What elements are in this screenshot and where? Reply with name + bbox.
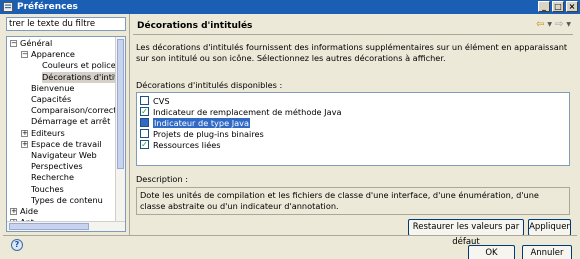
bottom-separator <box>3 235 577 236</box>
expand-icon[interactable]: + <box>10 208 17 215</box>
window-controls: _ □ × <box>538 1 578 12</box>
expand-icon[interactable]: + <box>21 140 28 148</box>
decoration-checkbox[interactable] <box>140 96 149 105</box>
ok-button[interactable]: OK <box>468 245 515 259</box>
page-navigation: ⇦ ▼ ⇨ ▼ <box>536 19 571 30</box>
page-title: Décorations d'intitulés <box>137 20 253 31</box>
description-label: Description : <box>136 174 188 184</box>
page-description: Les décorations d'intitulés fournissent … <box>136 42 568 63</box>
decoration-label: Ressources liées <box>153 139 221 150</box>
tree-item-label: Comparaison/correctif <box>31 105 122 116</box>
dialog-body: +Ant+AideTypes de contenuTouchesRecherch… <box>3 14 577 259</box>
tree-item-label: Navigateur Web <box>31 150 97 160</box>
preferences-icon <box>3 2 13 12</box>
tree-item-label: Editeurs <box>31 127 65 138</box>
tree-item-label: Bienvenue <box>31 82 75 93</box>
tree-item-label: Espace de travail <box>31 138 102 149</box>
description-box: Dote les unités de compilation et les fi… <box>136 187 570 215</box>
decoration-item[interactable]: ✓ Indicateur de remplacement de méthode J… <box>140 106 341 117</box>
decoration-label: Projets de plug-ins binaires <box>153 128 264 139</box>
forward-dropdown-icon[interactable]: ▼ <box>566 21 571 28</box>
decoration-label: Indicateur de type Java <box>153 117 251 128</box>
back-dropdown-icon[interactable]: ▼ <box>547 21 552 28</box>
tree-item-label: Perspectives <box>31 161 83 172</box>
tree-item-label: Décorations d'intitulé <box>42 71 125 83</box>
tree-item-label: Couleurs et polices <box>42 60 121 71</box>
decorations-list-label: Décorations d'intitulés disponibles : <box>136 80 283 90</box>
cancel-button[interactable]: Annuler <box>522 245 572 259</box>
window-titlebar: Préférences _ □ × <box>0 0 580 14</box>
apply-button[interactable]: Appliquer <box>528 219 571 236</box>
tree-horizontal-scrollbar[interactable] <box>7 221 125 231</box>
tree-item-label: Aide <box>20 206 39 216</box>
decoration-checkbox[interactable]: ✓ <box>140 107 149 116</box>
decoration-item[interactable]: Projets de plug-ins binaires <box>140 128 264 139</box>
maximize-button[interactable]: □ <box>552 1 564 12</box>
decoration-checkbox[interactable] <box>140 118 149 127</box>
tree-hscroll-thumb[interactable] <box>9 223 89 230</box>
collapse-icon[interactable]: − <box>10 40 17 47</box>
tree-item-label: Apparence <box>31 49 75 60</box>
expand-icon[interactable]: + <box>21 129 28 137</box>
close-button[interactable]: × <box>566 1 578 12</box>
minimize-button[interactable]: _ <box>538 1 550 12</box>
decorations-list[interactable]: CVS ✓ Indicateur de remplacement de méthod… <box>136 92 570 166</box>
tree-vscroll-thumb[interactable] <box>117 39 124 169</box>
decoration-checkbox[interactable]: ✓ <box>140 140 149 149</box>
tree-item-label: Types de contenu <box>31 194 103 205</box>
tree-item-label: Démarrage et arrêt <box>31 116 111 127</box>
decoration-checkbox[interactable] <box>140 129 149 138</box>
decoration-label: CVS <box>153 95 170 106</box>
decoration-item[interactable]: CVS <box>140 95 170 106</box>
tree-item-label: Capacités <box>31 94 72 104</box>
back-arrow-icon[interactable]: ⇦ <box>536 19 544 30</box>
decoration-item[interactable]: ✓ Ressources liées <box>140 139 221 150</box>
tree-item-label: Général <box>20 38 53 48</box>
window-title: Préférences <box>17 2 78 12</box>
page-header: Décorations d'intitulés ⇦ ▼ ⇨ ▼ <box>133 17 573 35</box>
preferences-tree[interactable]: +Ant+AideTypes de contenuTouchesRecherch… <box>6 36 126 232</box>
panel-divider[interactable] <box>129 14 130 236</box>
collapse-icon[interactable]: − <box>21 51 28 59</box>
decoration-label: Indicateur de remplacement de méthode Ja… <box>153 106 342 117</box>
tree-vertical-scrollbar[interactable] <box>115 37 125 231</box>
filter-input[interactable] <box>6 17 126 31</box>
tree-item-label: Recherche <box>31 172 74 183</box>
tree-item-label: Touches <box>31 183 64 194</box>
help-icon[interactable]: ? <box>11 239 23 251</box>
restore-defaults-button[interactable]: Restaurer les valeurs par défaut <box>408 219 524 247</box>
decoration-item[interactable]: Indicateur de type Java <box>140 117 251 128</box>
forward-arrow-icon[interactable]: ⇨ <box>555 19 563 30</box>
